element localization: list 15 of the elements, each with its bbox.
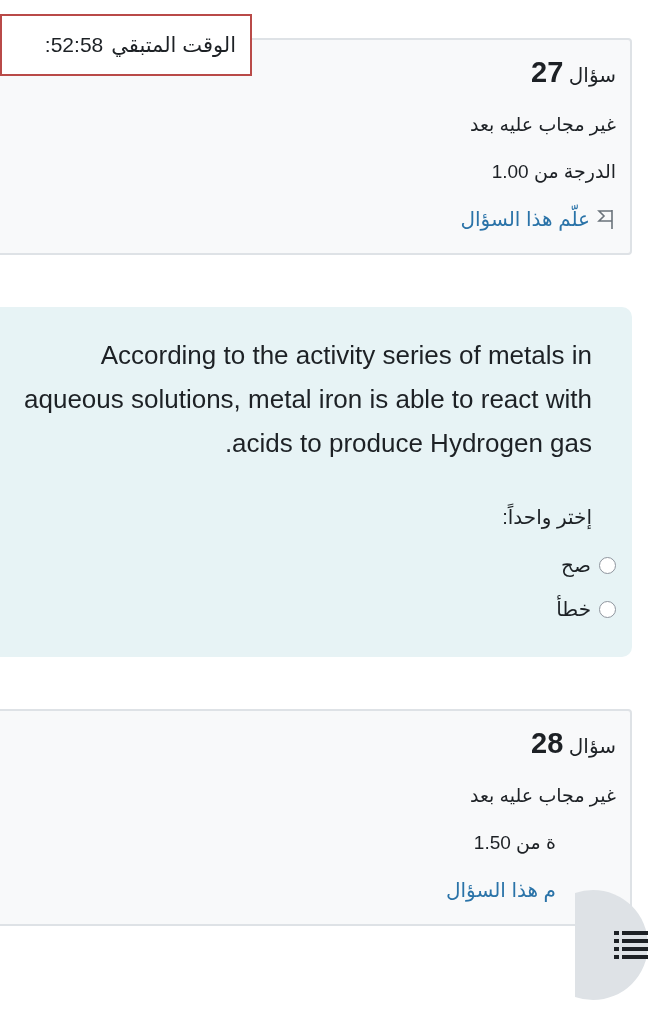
radio-button[interactable]: [599, 556, 616, 574]
flag-question-link[interactable]: م هذا السؤال: [446, 878, 556, 902]
answer-prompt: إختر واحداً:: [14, 505, 592, 529]
timer-value: :52:58: [44, 33, 104, 57]
radio-button[interactable]: [599, 600, 616, 618]
question-grade: الدرجة من 1.00: [490, 160, 616, 183]
question-status: غير مجاب عليه بعد: [468, 113, 616, 136]
option-label[interactable]: خطأ: [556, 597, 591, 621]
option-label[interactable]: صح: [561, 553, 591, 577]
timer-label: الوقت المتبقي: [111, 33, 236, 57]
list-icon: [614, 931, 648, 959]
question-grade: ة من 1.50: [472, 831, 557, 854]
flag-icon[interactable]: [596, 208, 616, 230]
question-text: According to the activity series of metals in aqueous solutions, metal iron is able to react with acids to produce Hydrogen gas.: [23, 339, 592, 460]
question-status: غير مجاب عليه بعد: [468, 784, 616, 807]
